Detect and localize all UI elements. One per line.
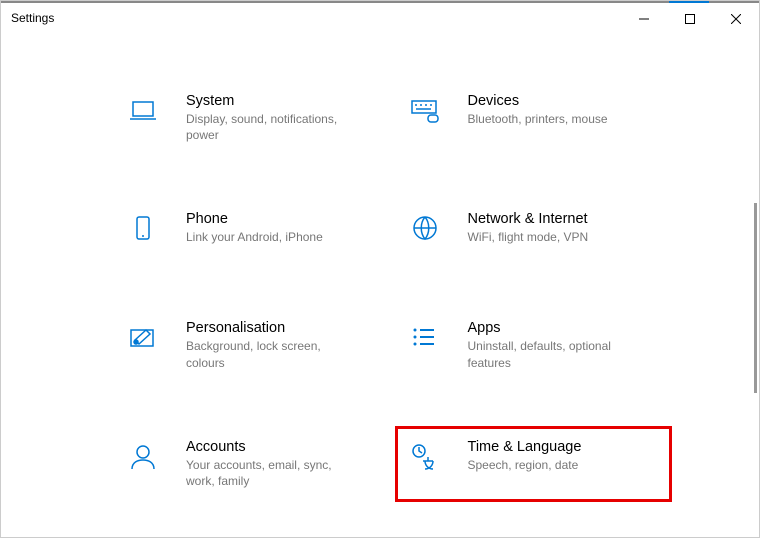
window-controls [621,3,759,33]
tile-subtitle: WiFi, flight mode, VPN [468,229,589,245]
titlebar: Settings [1,1,759,33]
time-language-icon [408,439,448,489]
tile-phone[interactable]: Phone Link your Android, iPhone [116,201,388,262]
paintbrush-icon [126,320,166,370]
tile-apps[interactable]: Apps Uninstall, defaults, optional featu… [398,310,670,380]
tile-personalisation[interactable]: Personalisation Background, lock screen,… [116,310,388,380]
tile-subtitle: Link your Android, iPhone [186,229,323,245]
tile-system[interactable]: System Display, sound, notifications, po… [116,83,388,153]
tile-subtitle: Your accounts, email, sync, work, family [186,457,356,489]
tile-subtitle: Background, lock screen, colours [186,338,356,370]
content-area: System Display, sound, notifications, po… [1,33,759,537]
keyboard-icon [408,93,448,143]
phone-icon [126,211,166,252]
laptop-icon [126,93,166,143]
tile-title: Accounts [186,439,356,455]
window-title: Settings [1,11,54,25]
titlebar-accent [669,1,709,3]
tile-subtitle: Uninstall, defaults, optional features [468,338,638,370]
tile-title: Time & Language [468,439,582,455]
settings-grid: System Display, sound, notifications, po… [1,33,759,537]
tile-network[interactable]: Network & Internet WiFi, flight mode, VP… [398,201,670,262]
tile-subtitle: Display, sound, notifications, power [186,111,356,143]
tile-title: System [186,93,356,109]
tile-title: Network & Internet [468,211,589,227]
tile-time-language[interactable]: Time & Language Speech, region, date [395,426,673,502]
maximize-button[interactable] [667,3,713,35]
tile-title: Phone [186,211,323,227]
person-icon [126,439,166,489]
tile-subtitle: Bluetooth, printers, mouse [468,111,608,127]
tile-title: Personalisation [186,320,356,336]
close-button[interactable] [713,3,759,35]
tile-devices[interactable]: Devices Bluetooth, printers, mouse [398,83,670,153]
list-icon [408,320,448,370]
tile-accounts[interactable]: Accounts Your accounts, email, sync, wor… [116,429,388,499]
globe-icon [408,211,448,252]
scrollbar-thumb[interactable] [754,203,757,393]
tile-title: Devices [468,93,608,109]
minimize-button[interactable] [621,3,667,35]
tile-title: Apps [468,320,638,336]
tile-subtitle: Speech, region, date [468,457,582,473]
